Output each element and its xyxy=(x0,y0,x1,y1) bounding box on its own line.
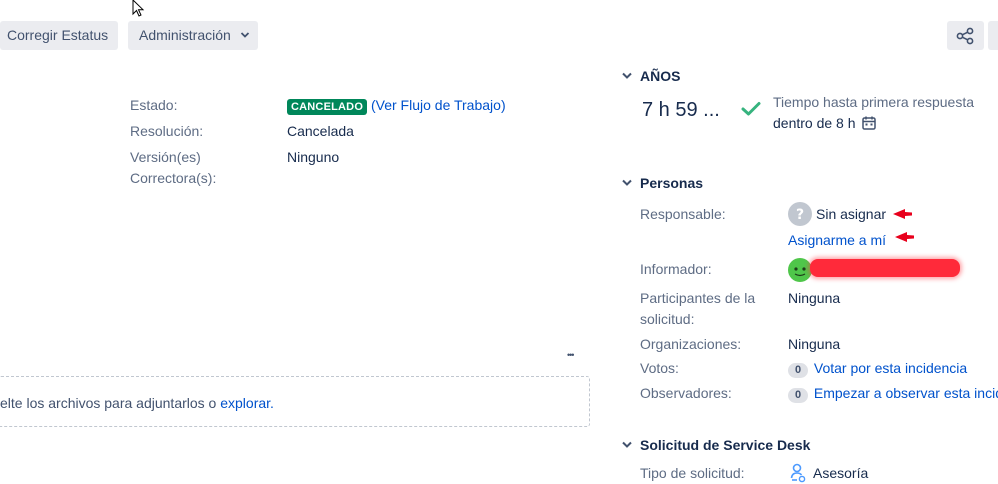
resolucion-value: Cancelada xyxy=(287,123,354,139)
chevron-down-icon xyxy=(240,32,249,38)
votes-label: Votos: xyxy=(640,360,679,376)
admin-dropdown-button[interactable]: Administración xyxy=(128,21,258,50)
assign-to-me-link[interactable]: Asignarme a mí xyxy=(788,232,886,248)
people-section-title[interactable]: Personas xyxy=(640,175,703,191)
redacted-reporter-name xyxy=(810,259,960,277)
votes-row: 0 Votar por esta incidencia xyxy=(788,360,967,378)
estado-label: Estado: xyxy=(130,97,178,113)
resolucion-label: Resolución: xyxy=(130,123,204,139)
service-desk-section-title[interactable]: Solicitud de Service Desk xyxy=(640,437,810,453)
annotation-arrow xyxy=(895,232,914,242)
version-label-line-1: Versión(es) xyxy=(130,149,201,165)
sla-description-line-2: dentro de 8 h xyxy=(773,115,877,131)
version-label-line-2: Correctora(s): xyxy=(130,170,217,186)
estado-value: CANCELADO (Ver Flujo de Trabajo) xyxy=(287,97,506,115)
sla-description-line-1: Tiempo hasta primera respuesta xyxy=(773,94,975,110)
organizations-label: Organizaciones: xyxy=(640,336,742,352)
workflow-link[interactable]: Ver Flujo de Trabajo xyxy=(376,97,501,113)
admin-label: Administración xyxy=(139,27,231,43)
chevron-down-icon[interactable] xyxy=(621,178,633,188)
watchers-row: 0 Empezar a observar esta incide xyxy=(788,385,998,403)
workflow-close-paren: ) xyxy=(500,97,506,113)
request-type-label: Tipo de solicitud: xyxy=(640,465,745,481)
request-type-value: Asesoría xyxy=(813,465,869,481)
unknown-user-icon: ? xyxy=(788,202,812,226)
attachments-more-button[interactable]: ••• xyxy=(567,350,575,360)
cursor-icon xyxy=(132,0,145,17)
annotation-arrow xyxy=(893,209,912,219)
organizations-value: Ninguna xyxy=(788,336,841,352)
dropzone-text: elte los archivos para adjuntarlos o exp… xyxy=(0,395,274,411)
sla-target: dentro de 8 h xyxy=(773,115,856,131)
assignee-label: Responsable: xyxy=(640,206,726,222)
request-type-icon xyxy=(790,463,806,483)
sla-time-value: 7 h 59 ... xyxy=(642,99,720,121)
share-button[interactable] xyxy=(947,21,984,50)
fix-status-label: Corregir Estatus xyxy=(7,27,109,43)
chevron-down-icon[interactable] xyxy=(621,71,633,81)
dropzone-label: elte los archivos para adjuntarlos o xyxy=(0,395,221,411)
share-icon xyxy=(956,27,974,45)
svg-text:?: ? xyxy=(796,207,804,223)
assignee-value: Sin asignar xyxy=(816,206,887,222)
calendar-icon xyxy=(862,116,877,130)
checkmark-icon xyxy=(741,102,761,116)
votes-count-badge: 0 xyxy=(788,363,808,378)
browse-link[interactable]: explorar. xyxy=(220,395,274,411)
watch-link[interactable]: Empezar a observar esta incide xyxy=(814,385,998,401)
status-badge: CANCELADO xyxy=(287,99,368,115)
fix-status-button[interactable]: Corregir Estatus xyxy=(0,21,118,50)
reporter-label: Informador: xyxy=(640,261,712,277)
watchers-count-badge: 0 xyxy=(788,388,808,403)
version-value: Ninguno xyxy=(287,149,340,165)
participants-label-line-2: solicitud: xyxy=(640,311,695,327)
participants-value: Ninguna xyxy=(788,290,841,306)
participants-label-line-1: Participantes de la xyxy=(640,290,756,306)
chevron-down-icon[interactable] xyxy=(621,440,633,450)
watchers-label: Observadores: xyxy=(640,385,732,401)
more-toolbar-button[interactable] xyxy=(988,21,998,50)
vote-link[interactable]: Votar por esta incidencia xyxy=(814,360,967,376)
sla-section-title[interactable]: AÑOS xyxy=(640,68,680,84)
